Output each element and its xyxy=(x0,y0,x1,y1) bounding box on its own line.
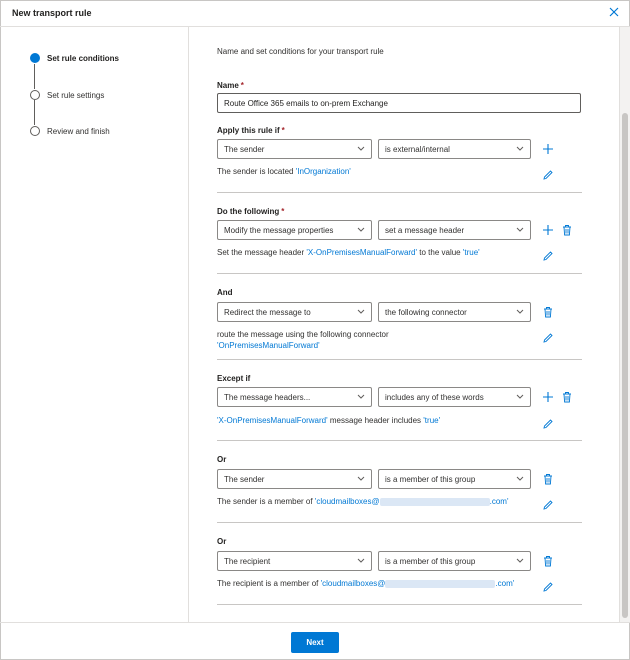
dialog-title: New transport rule xyxy=(12,8,92,18)
rule-conditions-panel: Name and set conditions for your transpo… xyxy=(189,27,619,622)
section-divider xyxy=(217,440,582,441)
step-label: Review and finish xyxy=(47,126,110,136)
or-recipient-condition-select[interactable]: The recipient xyxy=(217,551,372,571)
except-condition-select[interactable]: The message headers... xyxy=(217,387,372,407)
redacted-domain xyxy=(385,579,496,588)
chevron-down-icon xyxy=(516,227,524,232)
delete-icon[interactable] xyxy=(542,306,554,318)
dialog-footer: Next xyxy=(0,622,630,660)
apply-condition-select[interactable]: The sender xyxy=(217,139,372,159)
chevron-down-icon xyxy=(516,558,524,563)
or-label: Or xyxy=(217,455,227,464)
header-name-link[interactable]: 'X-OnPremisesManualForward' xyxy=(306,248,417,257)
edit-icon[interactable] xyxy=(542,250,554,262)
delete-icon[interactable] xyxy=(561,391,573,403)
section-divider xyxy=(217,604,582,605)
chevron-down-icon xyxy=(357,309,365,314)
edit-icon[interactable] xyxy=(542,418,554,430)
step-label: Set rule settings xyxy=(47,90,105,100)
chevron-down-icon xyxy=(516,476,524,481)
or-sender-description: The sender is a member of 'cloudmailboxe… xyxy=(217,497,509,506)
add-icon[interactable] xyxy=(542,391,554,403)
edit-icon[interactable] xyxy=(542,332,554,344)
chevron-down-icon xyxy=(357,476,365,481)
and-description: route the message using the following co… xyxy=(217,330,389,339)
except-predicate-select[interactable]: includes any of these words xyxy=(378,387,531,407)
header-value-link[interactable]: 'true' xyxy=(463,248,480,257)
apply-description: The sender is located 'InOrganization' xyxy=(217,167,351,176)
delete-icon[interactable] xyxy=(561,224,573,236)
next-button[interactable]: Next xyxy=(291,632,339,653)
or-sender-predicate-select[interactable]: is a member of this group xyxy=(378,469,531,489)
close-icon[interactable] xyxy=(607,5,621,19)
apply-value-link[interactable]: 'InOrganization' xyxy=(296,167,351,176)
chevron-down-icon xyxy=(516,309,524,314)
step-review-and-finish[interactable]: Review and finish xyxy=(30,126,110,136)
chevron-down-icon xyxy=(357,558,365,563)
or-recipient-description: The recipient is a member of 'cloudmailb… xyxy=(217,579,515,588)
except-header-link[interactable]: 'X-OnPremisesManualForward' xyxy=(217,416,328,425)
action-description: Set the message header 'X-OnPremisesManu… xyxy=(217,248,480,257)
apply-predicate-select[interactable]: is external/internal xyxy=(378,139,531,159)
section-divider xyxy=(217,192,582,193)
step-label: Set rule conditions xyxy=(47,53,120,63)
intro-text: Name and set conditions for your transpo… xyxy=(217,47,384,56)
step-connector xyxy=(34,100,35,125)
edit-icon[interactable] xyxy=(542,169,554,181)
chevron-down-icon xyxy=(357,227,365,232)
scrollbar-thumb[interactable] xyxy=(622,113,628,618)
edit-icon[interactable] xyxy=(542,581,554,593)
delete-icon[interactable] xyxy=(542,555,554,567)
dialog-header: New transport rule xyxy=(0,0,630,27)
and-detail-select[interactable]: the following connector xyxy=(378,302,531,322)
chevron-down-icon xyxy=(516,146,524,151)
action-select[interactable]: Modify the message properties xyxy=(217,220,372,240)
step-dot xyxy=(30,126,40,136)
except-value-link[interactable]: 'true' xyxy=(423,416,440,425)
or-sender-condition-select[interactable]: The sender xyxy=(217,469,372,489)
action-detail-select[interactable]: set a message header xyxy=(378,220,531,240)
recipient-group-link[interactable]: 'cloudmailboxes@ .com' xyxy=(321,579,515,588)
step-dot xyxy=(30,90,40,100)
section-divider xyxy=(217,273,582,274)
do-following-label: Do the following * xyxy=(217,207,285,216)
step-dot xyxy=(30,53,40,63)
chevron-down-icon xyxy=(516,394,524,399)
wizard-steps: Set rule conditions Set rule settings Re… xyxy=(0,27,189,622)
sender-group-link[interactable]: 'cloudmailboxes@ .com' xyxy=(315,497,509,506)
chevron-down-icon xyxy=(357,146,365,151)
step-set-rule-conditions[interactable]: Set rule conditions xyxy=(30,53,119,63)
or-label: Or xyxy=(217,537,227,546)
apply-rule-label: Apply this rule if * xyxy=(217,126,285,135)
and-action-select[interactable]: Redirect the message to xyxy=(217,302,372,322)
step-set-rule-settings[interactable]: Set rule settings xyxy=(30,90,104,100)
except-label: Except if xyxy=(217,374,251,383)
section-divider xyxy=(217,359,582,360)
edit-icon[interactable] xyxy=(542,499,554,511)
add-icon[interactable] xyxy=(542,143,554,155)
connector-link[interactable]: 'OnPremisesManualForward' xyxy=(217,341,320,350)
redacted-domain xyxy=(379,497,490,506)
step-connector xyxy=(34,64,35,89)
chevron-down-icon xyxy=(357,394,365,399)
name-input[interactable]: Route Office 365 emails to on-prem Excha… xyxy=(217,93,581,113)
section-divider xyxy=(217,522,582,523)
name-label: Name * xyxy=(217,81,244,90)
delete-icon[interactable] xyxy=(542,473,554,485)
vertical-scrollbar[interactable] xyxy=(619,27,630,622)
and-label: And xyxy=(217,288,233,297)
add-icon[interactable] xyxy=(542,224,554,236)
or-recipient-predicate-select[interactable]: is a member of this group xyxy=(378,551,531,571)
except-description: 'X-OnPremisesManualForward' message head… xyxy=(217,416,441,425)
